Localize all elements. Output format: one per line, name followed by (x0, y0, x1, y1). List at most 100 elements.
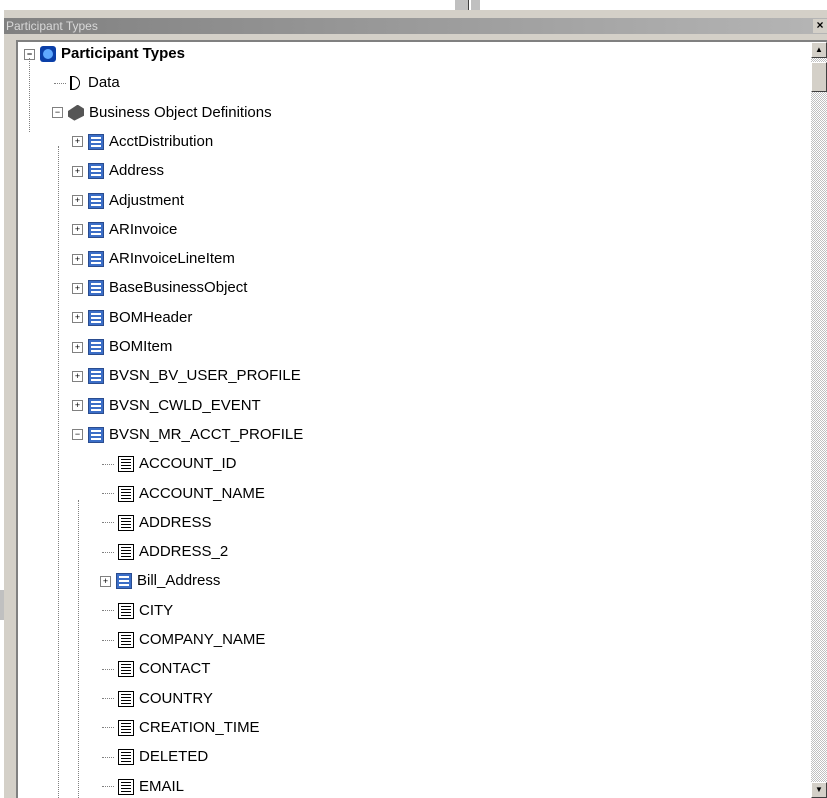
panel-titlebar[interactable]: Participant Types × (4, 18, 827, 34)
bo-icon (88, 221, 104, 238)
collapse-icon[interactable]: − (52, 107, 63, 119)
bo-icon (88, 368, 104, 385)
expand-icon[interactable]: + (100, 575, 111, 587)
tree-connector (102, 610, 114, 612)
tree-node[interactable]: + BOMHeader (72, 308, 192, 328)
scroll-thumb[interactable] (811, 62, 827, 92)
panel-title: Participant Types (6, 19, 98, 33)
tree-node[interactable]: + BVSN_BV_USER_PROFILE (72, 366, 301, 386)
field-icon (118, 456, 134, 473)
tree-node-label: Address (109, 162, 165, 180)
tree-node-label: ADDRESS_2 (139, 543, 229, 561)
tree-node[interactable]: + Adjustment (72, 191, 184, 211)
bo-icon (88, 251, 104, 268)
tree-connector (102, 493, 114, 494)
tree-connector (102, 551, 114, 553)
bo-icon (88, 280, 104, 297)
bo-icon (88, 309, 104, 326)
tree-node-label: BVSN_BV_USER_PROFILE (109, 367, 301, 385)
tree-node[interactable]: CREATION_TIME (102, 718, 260, 738)
tree-node-label: Business Object Definitions (89, 103, 272, 121)
bo-icon (88, 339, 104, 355)
bo-icon (88, 192, 104, 209)
tree-node[interactable]: + ARInvoice (72, 220, 177, 240)
tree-node-label: AcctDistribution (109, 132, 214, 150)
field-icon (118, 661, 134, 678)
tree-node-label: BVSN_MR_ACCT_PROFILE (109, 425, 304, 443)
expand-icon[interactable]: + (72, 224, 83, 236)
tree-node[interactable]: + BaseBusinessObject (72, 278, 247, 298)
tree-node[interactable]: + Address (72, 161, 164, 181)
tree-node-label: CREATION_TIME (139, 718, 260, 736)
field-icon (118, 602, 134, 619)
expand-icon[interactable]: + (72, 253, 83, 265)
expand-icon[interactable]: + (72, 282, 83, 294)
tree-connector (102, 698, 114, 700)
field-icon (118, 485, 134, 502)
close-icon[interactable]: × (813, 19, 827, 33)
tree-node-label: BaseBusinessObject (109, 279, 248, 297)
tree-node[interactable]: CITY (102, 601, 173, 621)
tree-node-label: BVSN_CWLD_EVENT (109, 396, 261, 414)
tree-node[interactable]: + BVSN_CWLD_EVENT (72, 396, 261, 416)
expand-icon[interactable]: + (72, 165, 83, 177)
tree-connector (58, 146, 59, 798)
tree-root-node[interactable]: − Participant Types (24, 44, 185, 64)
tree-connector (102, 727, 114, 729)
tree-connector (54, 82, 66, 84)
tree-node-label: Bill_Address (137, 572, 221, 590)
tree-connector (102, 463, 114, 465)
tree-node[interactable]: ACCOUNT_NAME (102, 484, 265, 504)
tree-node[interactable]: DELETED (102, 747, 208, 767)
tree-node-label: ACCOUNT_NAME (139, 484, 265, 502)
background-splitter-handle-2[interactable] (470, 0, 480, 10)
bo-icon (88, 426, 104, 443)
tree-node[interactable]: − Business Object Definitions (52, 103, 272, 123)
tree-node-label: BOMHeader (109, 308, 193, 326)
background-splitter-handle[interactable] (455, 0, 469, 10)
participant-tree[interactable]: − Participant Types Data − Business Object D… (16, 40, 827, 798)
bo-icon (116, 573, 132, 590)
bo-icon (88, 397, 104, 414)
bo-icon (88, 163, 104, 180)
collapse-icon[interactable]: − (72, 429, 83, 441)
tree-connector (102, 756, 114, 758)
field-icon (118, 778, 134, 795)
expand-icon[interactable]: + (72, 341, 83, 353)
expand-icon[interactable]: + (72, 195, 83, 206)
tree-node[interactable]: + ARInvoiceLineItem (72, 249, 235, 269)
tree-node[interactable]: ACCOUNT_ID (102, 454, 237, 474)
tree-node[interactable]: − BVSN_MR_ACCT_PROFILE (72, 425, 303, 445)
field-icon (118, 544, 134, 561)
scroll-up-icon[interactable]: ▲ (811, 42, 827, 58)
tree-node[interactable]: ADDRESS_2 (102, 542, 228, 562)
expand-icon[interactable]: + (72, 312, 83, 324)
tree-connector (78, 500, 79, 798)
participant-types-panel: Participant Types × − Participant Types Da… (4, 10, 827, 798)
tree-node-label: COUNTRY (139, 689, 213, 707)
tree-node-label: Adjustment (109, 191, 185, 209)
tree-node-label: ACCOUNT_ID (139, 455, 237, 473)
tree-node-label: EMAIL (139, 777, 185, 795)
tree-node[interactable]: ADDRESS (102, 513, 212, 533)
tree-node[interactable]: + BOMItem (72, 337, 172, 357)
tree-node[interactable]: Data (54, 73, 120, 93)
tree-node-label: COMPANY_NAME (139, 631, 266, 648)
expand-icon[interactable]: + (72, 400, 83, 412)
vertical-scrollbar[interactable]: ▲ ▼ (811, 42, 827, 798)
tree-node[interactable]: COMPANY_NAME (102, 630, 265, 650)
scroll-down-icon[interactable]: ▼ (811, 782, 827, 798)
data-icon (70, 76, 80, 91)
tree-node[interactable]: COUNTRY (102, 689, 213, 709)
tree-node-label: CONTACT (139, 660, 211, 678)
field-icon (118, 749, 134, 766)
expand-icon[interactable]: + (72, 136, 83, 148)
expand-icon[interactable]: + (72, 370, 83, 382)
tree-connector (29, 58, 30, 132)
tree-node[interactable]: EMAIL (102, 777, 184, 797)
tree-node[interactable]: + AcctDistribution (72, 132, 213, 152)
participant-root-icon (40, 46, 56, 62)
tree-node[interactable]: CONTACT (102, 659, 210, 679)
bo-icon (88, 133, 104, 150)
tree-node[interactable]: + Bill_Address (100, 571, 220, 591)
